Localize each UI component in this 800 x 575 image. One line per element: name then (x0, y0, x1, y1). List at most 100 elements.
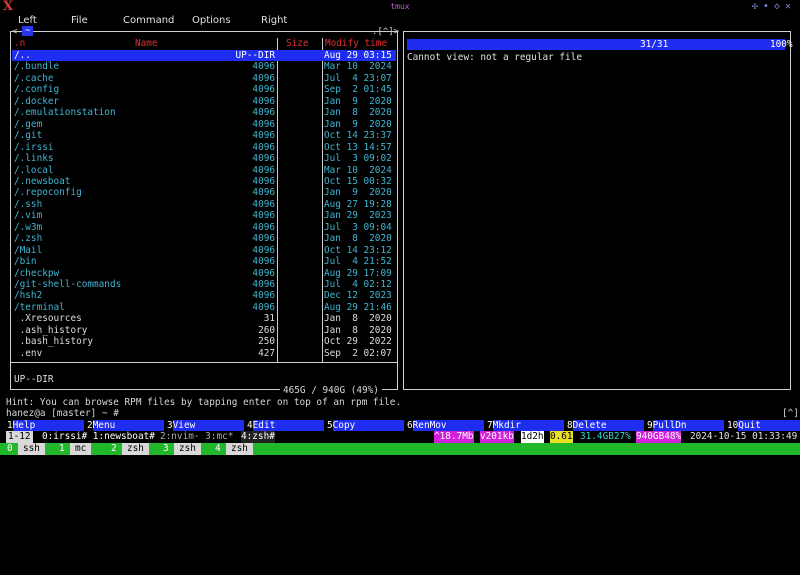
fkey-delete-button[interactable]: 8 Delete (564, 420, 644, 431)
fkey-pulldn-button[interactable]: 9 PullDn (644, 420, 724, 431)
file-name: /.local (14, 164, 54, 176)
file-row[interactable]: /.gem 4096 Jan 9 2020 (12, 119, 396, 130)
file-row[interactable]: /.newsboat 4096 Oct 15 00:32 (12, 176, 396, 187)
fkey-label: RenMov (412, 420, 484, 431)
file-row[interactable]: /.config 4096 Sep 2 01:45 (12, 84, 396, 95)
file-row[interactable]: /.. UP--DIR Aug 29 03:15 (12, 50, 396, 61)
file-row[interactable]: /.repoconfig 4096 Jan 9 2020 (12, 187, 396, 198)
file-row[interactable]: .env 427 Sep 2 02:07 (12, 348, 396, 359)
tmux-window-current[interactable]: 4:zsh# (241, 431, 275, 443)
sticky-icon[interactable]: ✣ (752, 1, 763, 12)
file-size: 427 (258, 347, 275, 359)
wm-window-number[interactable]: 1 (56, 443, 68, 455)
file-name: /.newsboat (14, 175, 71, 187)
wm-window-zsh[interactable]: zsh (174, 443, 201, 455)
tmux-session[interactable]: 1-12 (6, 431, 33, 443)
file-size: 4096 (252, 164, 275, 176)
tmux-windows-inactive[interactable]: 2:nvim- 3:mc* (160, 431, 233, 443)
fkey-menu-button[interactable]: 2 Menu (84, 420, 164, 431)
file-mtime: Jan 8 2020 (324, 324, 392, 336)
file-mtime: Jan 8 2020 (324, 313, 392, 325)
wm-window-number[interactable]: 2 (108, 443, 120, 455)
file-row[interactable]: /.docker 4096 Jan 9 2020 (12, 96, 396, 107)
fkey-help-button[interactable]: 1 Help (4, 420, 84, 431)
file-mtime: Jan 9 2020 (324, 118, 392, 130)
fkey-number: 6 (404, 420, 413, 431)
panel-status: UP--DIR (14, 374, 54, 385)
menu-right[interactable]: Right (261, 15, 287, 27)
fkey-renmov-button[interactable]: 6 RenMov (404, 420, 484, 431)
file-row[interactable]: /terminal 4096 Aug 29 21:46 (12, 302, 396, 313)
menu-command[interactable]: Command (123, 15, 174, 27)
wm-window-number[interactable]: 3 (160, 443, 172, 455)
fkey-number: 10 (724, 420, 739, 431)
maximize-icon[interactable]: ◇ (774, 1, 785, 12)
file-row[interactable]: /Mail 4096 Oct 14 23:12 (12, 245, 396, 256)
sort-indicator[interactable]: .n (14, 38, 25, 49)
file-size: 31 (263, 313, 275, 325)
file-row[interactable]: /.zsh 4096 Jan 8 2020 (12, 233, 396, 244)
tmux-windows-active[interactable]: 0:irssi# 1:newsboat# (42, 431, 155, 443)
progress-percent: 100% (770, 39, 793, 50)
file-size: 4096 (252, 198, 275, 210)
file-row[interactable]: /git-shell-commands 4096 Jul 4 02:12 (12, 279, 396, 290)
menu-options[interactable]: Options (192, 15, 231, 27)
file-size: 4096 (252, 130, 275, 142)
file-row[interactable]: /.ssh 4096 Aug 27 19:28 (12, 199, 396, 210)
file-name: .bash_history (14, 336, 94, 348)
file-row[interactable]: /.local 4096 Mar 10 2024 (12, 165, 396, 176)
disk-usage: 465G / 940G (49%) (280, 385, 382, 396)
file-row[interactable]: .Xresources 31 Jan 8 2020 (12, 313, 396, 324)
fkey-view-button[interactable]: 3 View (164, 420, 244, 431)
panel-history-right[interactable]: .[^]> (372, 27, 399, 37)
column-header-modify[interactable]: Modify time (325, 38, 387, 49)
close-icon[interactable]: ✕ (785, 1, 796, 12)
fkey-quit-button[interactable]: 10 Quit (724, 420, 800, 431)
file-size: 4096 (252, 84, 275, 96)
file-row[interactable]: /.vim 4096 Jan 29 2023 (12, 210, 396, 221)
file-row[interactable]: /.links 4096 Jul 3 09:02 (12, 153, 396, 164)
minimize-icon[interactable]: • (763, 1, 774, 12)
file-row[interactable]: /hsh2 4096 Dec 12 2023 (12, 290, 396, 301)
file-row[interactable]: .ash_history 260 Jan 8 2020 (12, 325, 396, 336)
menu-file[interactable]: File (71, 15, 88, 27)
file-row[interactable]: .bash_history 250 Oct 29 2022 (12, 336, 396, 347)
file-row[interactable]: /.cache 4096 Jul 4 23:07 (12, 73, 396, 84)
wm-window-number[interactable]: 0 (4, 443, 16, 455)
fkey-copy-button[interactable]: 5 Copy (324, 420, 404, 431)
file-name: /.ssh (14, 198, 43, 210)
file-size: 4096 (252, 290, 275, 302)
file-mtime: Oct 15 00:32 (324, 175, 392, 187)
prompt-history-button[interactable]: [^] (782, 408, 799, 419)
file-row[interactable]: /.irssi 4096 Oct 13 14:57 (12, 142, 396, 153)
shell-prompt[interactable]: hanez@a [master] ~ # (6, 408, 119, 419)
file-name: /bin (14, 256, 37, 268)
file-row[interactable]: /.w3m 4096 Jul 3 09:04 (12, 222, 396, 233)
file-row[interactable]: /bin 4096 Jul 4 21:52 (12, 256, 396, 267)
file-size: 4096 (252, 187, 275, 199)
wm-window-ssh[interactable]: ssh (18, 443, 45, 455)
panel-path[interactable]: ~ (22, 26, 34, 36)
file-row[interactable]: /.bundle 4096 Mar 10 2024 (12, 61, 396, 72)
progress-count: 31/31 (640, 39, 669, 50)
file-size: 4096 (252, 267, 275, 279)
fkey-label: Edit (252, 420, 324, 431)
file-name: /checkpw (14, 267, 60, 279)
column-header-size[interactable]: Size (286, 38, 309, 49)
file-size: 4096 (252, 256, 275, 268)
column-header-name[interactable]: Name (135, 38, 158, 49)
wm-window-number[interactable]: 4 (212, 443, 224, 455)
wm-window-mc[interactable]: mc (70, 443, 92, 455)
fkey-mkdir-button[interactable]: 7 Mkdir (484, 420, 564, 431)
file-name: .env (14, 347, 43, 359)
wm-window-zsh[interactable]: zsh (122, 443, 149, 455)
file-mtime: Aug 29 03:15 (324, 50, 392, 61)
file-name: /terminal (14, 301, 65, 313)
file-size: UP--DIR (235, 50, 275, 61)
fkey-label: View (172, 420, 244, 431)
wm-window-zsh[interactable]: zsh (226, 443, 253, 455)
file-row[interactable]: /.emulationstation 4096 Jan 8 2020 (12, 107, 396, 118)
fkey-edit-button[interactable]: 4 Edit (244, 420, 324, 431)
file-row[interactable]: /checkpw 4096 Aug 29 17:09 (12, 268, 396, 279)
file-row[interactable]: /.git 4096 Oct 14 23:37 (12, 130, 396, 141)
